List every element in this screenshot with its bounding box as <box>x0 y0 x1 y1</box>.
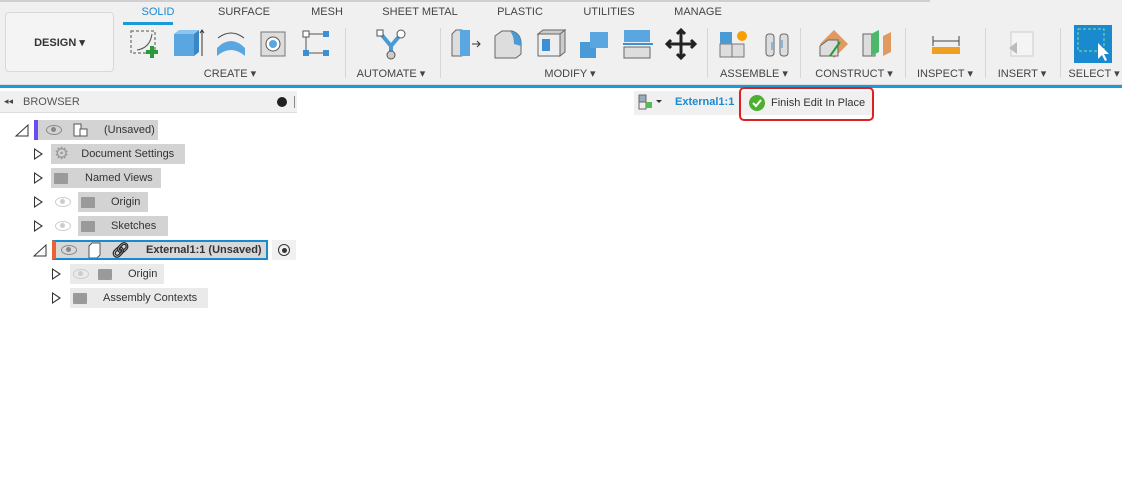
measure-icon[interactable] <box>930 28 962 60</box>
split-body-icon[interactable] <box>621 28 653 60</box>
divider <box>985 28 986 78</box>
tree-item-named-views[interactable]: Named Views <box>34 168 161 188</box>
collapse-browser-icon[interactable]: ◂◂ <box>4 96 13 107</box>
visibility-icon[interactable] <box>46 125 62 135</box>
tab-plastic[interactable]: PLASTIC <box>497 6 543 18</box>
tree-label: Document Settings <box>81 148 175 160</box>
assembly-icon <box>73 123 88 137</box>
create-sketch-icon[interactable] <box>128 28 160 60</box>
expand-icon[interactable] <box>34 172 43 184</box>
link-icon: 🔗︎ <box>111 242 131 259</box>
revolve-icon[interactable] <box>214 28 246 60</box>
expand-icon[interactable] <box>34 220 43 232</box>
browser-pin-icon[interactable] <box>277 97 287 107</box>
create-menu[interactable]: CREATE ▾ <box>204 67 256 80</box>
tree-item-origin[interactable]: Origin <box>34 192 148 212</box>
tab-manage[interactable]: MANAGE <box>674 6 722 18</box>
tree-label: Named Views <box>85 172 153 184</box>
joint-icon[interactable] <box>762 28 794 60</box>
expanded-icon[interactable] <box>14 123 30 137</box>
expand-icon[interactable] <box>52 292 61 304</box>
tree-label: Sketches <box>111 220 157 232</box>
expand-icon[interactable] <box>34 148 43 160</box>
midplane-icon[interactable] <box>861 28 893 60</box>
gear-icon: ⚙ <box>54 144 70 163</box>
hidden-icon[interactable] <box>55 197 71 207</box>
insert-icon[interactable] <box>1005 28 1037 60</box>
tree-label: Origin <box>128 268 158 280</box>
tab-utilities[interactable]: UTILITIES <box>583 6 634 18</box>
browser-resize-handle[interactable] <box>294 96 295 108</box>
divider <box>0 85 1122 88</box>
select-menu[interactable]: SELECT ▾ <box>1068 67 1119 80</box>
edit-component-name: External1:1 <box>675 96 735 108</box>
combine-icon[interactable] <box>578 28 610 60</box>
hidden-icon[interactable] <box>73 269 89 279</box>
divider <box>1060 28 1061 78</box>
check-icon <box>749 95 765 111</box>
move-copy-icon[interactable] <box>664 27 698 61</box>
tree-label: Origin <box>111 196 141 208</box>
tree-label: External1:1 (Unsaved) <box>146 244 262 256</box>
tab-mesh[interactable]: MESH <box>311 6 343 18</box>
hidden-icon[interactable] <box>55 221 71 231</box>
tree-item-sketches[interactable]: Sketches <box>34 216 168 236</box>
folder-icon <box>54 172 68 184</box>
folder-icon <box>98 268 112 280</box>
expand-icon[interactable] <box>52 268 61 280</box>
divider <box>345 28 346 78</box>
divider <box>707 28 708 78</box>
browser-title: BROWSER <box>23 96 80 108</box>
tree-item-origin-sub[interactable]: Origin <box>52 264 164 284</box>
divider <box>905 28 906 78</box>
pattern-icon[interactable] <box>301 28 333 60</box>
component-icon <box>88 242 101 258</box>
divider <box>440 28 441 78</box>
workspace-switcher[interactable]: DESIGN ▾ <box>5 12 114 72</box>
fillet-icon[interactable] <box>492 28 524 60</box>
hole-icon[interactable] <box>258 28 290 60</box>
folder-icon <box>73 292 87 304</box>
tree-item-assembly-contexts[interactable]: Assembly Contexts <box>52 288 208 308</box>
expand-icon[interactable] <box>34 196 43 208</box>
visibility-icon[interactable] <box>61 245 77 255</box>
assemble-menu[interactable]: ASSEMBLE ▾ <box>720 67 788 80</box>
tree-label: Assembly Contexts <box>103 292 198 304</box>
component-options-icon[interactable] <box>638 94 664 113</box>
tree-item-document-settings[interactable]: ⚙ Document Settings <box>34 144 185 164</box>
automate-icon[interactable] <box>375 28 407 60</box>
tab-solid[interactable]: SOLID <box>141 6 174 18</box>
tree-label: (Unsaved) <box>104 124 155 136</box>
press-pull-icon[interactable] <box>450 28 482 60</box>
tree-root[interactable]: (Unsaved) <box>14 120 158 140</box>
finish-edit-in-place-button[interactable]: Finish Edit In Place <box>745 92 867 114</box>
folder-icon <box>81 196 95 208</box>
folder-icon <box>81 220 95 232</box>
select-icon[interactable] <box>1074 25 1112 63</box>
construct-menu[interactable]: CONSTRUCT ▾ <box>815 67 892 80</box>
tree-item-external-component[interactable]: 🔗︎ External1:1 (Unsaved) <box>32 240 296 260</box>
divider <box>0 0 930 2</box>
activate-radio[interactable] <box>272 240 296 260</box>
tab-sheet-metal[interactable]: SHEET METAL <box>382 6 457 18</box>
new-component-icon[interactable] <box>718 28 750 60</box>
offset-plane-icon[interactable] <box>818 28 850 60</box>
finish-label: Finish Edit In Place <box>771 97 866 109</box>
inspect-menu[interactable]: INSPECT ▾ <box>917 67 973 80</box>
expanded-icon[interactable] <box>32 243 48 257</box>
insert-menu[interactable]: INSERT ▾ <box>998 67 1047 80</box>
tab-surface[interactable]: SURFACE <box>218 6 270 18</box>
shell-icon[interactable] <box>535 28 567 60</box>
divider <box>800 28 801 78</box>
extrude-icon[interactable] <box>171 28 205 60</box>
modify-menu[interactable]: MODIFY ▾ <box>544 67 595 80</box>
active-tab-indicator <box>123 22 173 25</box>
automate-menu[interactable]: AUTOMATE ▾ <box>357 67 426 80</box>
